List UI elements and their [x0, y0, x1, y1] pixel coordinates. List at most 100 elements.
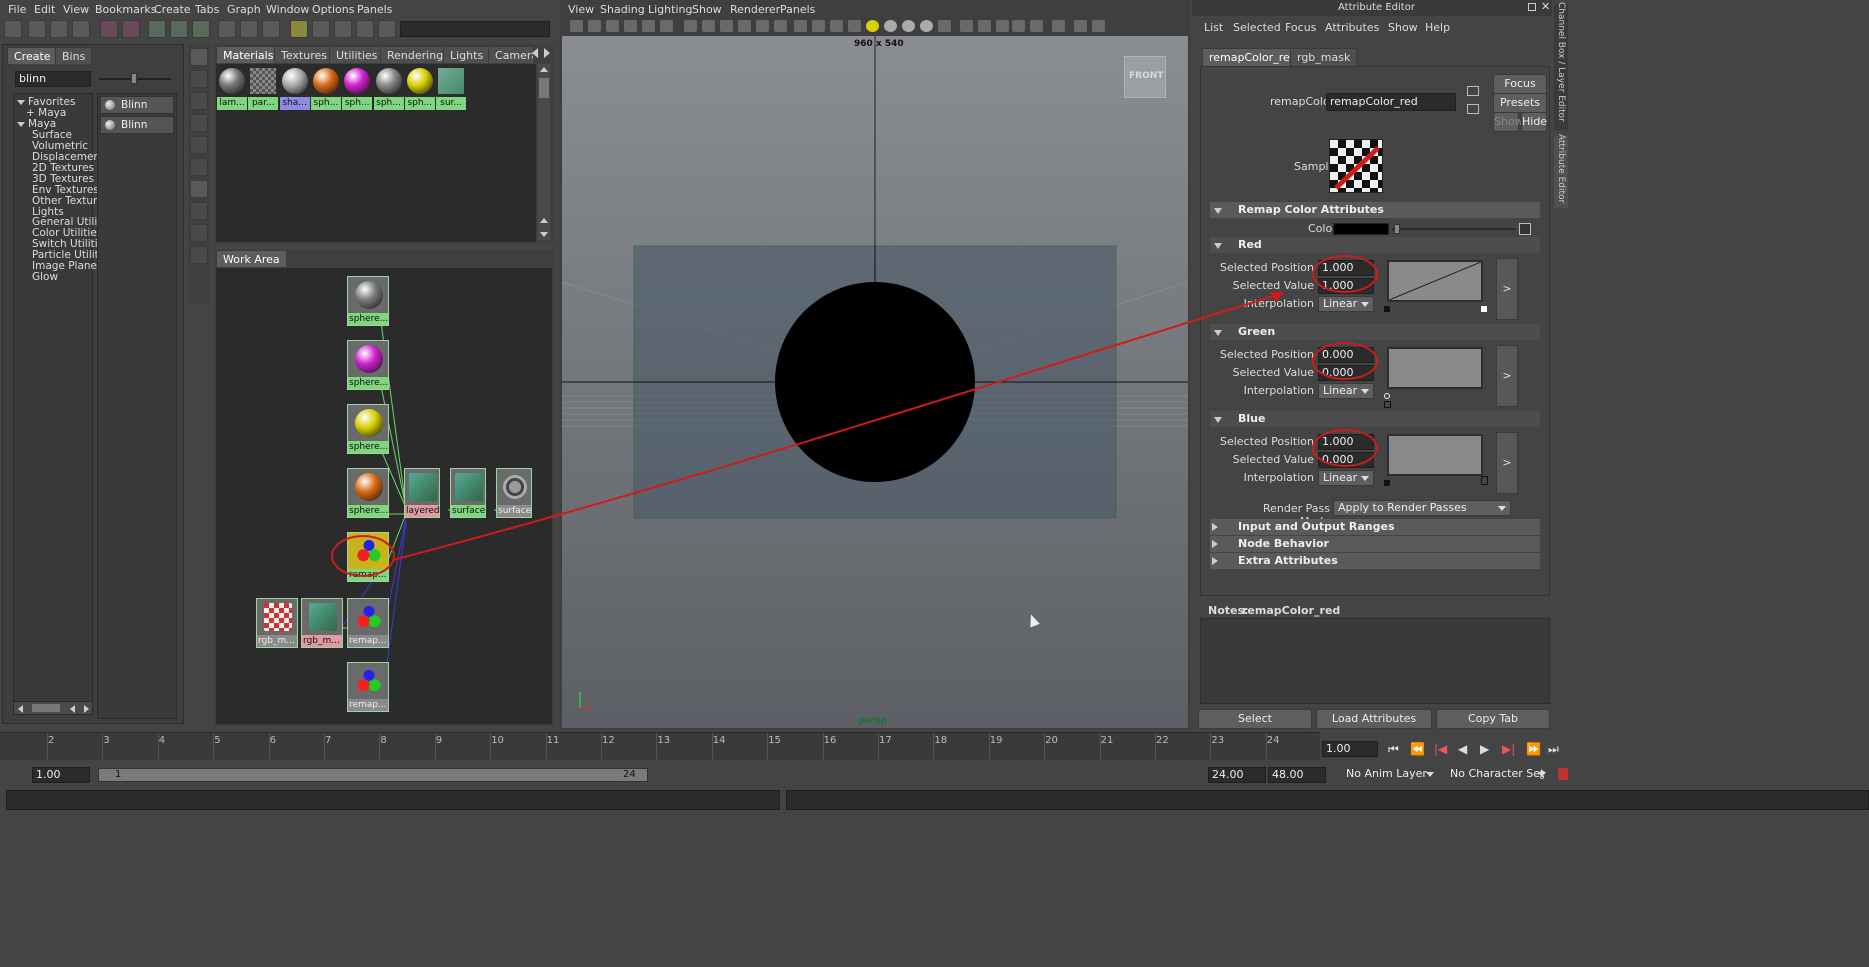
tab-work-area[interactable]: Work Area: [216, 250, 287, 267]
preferences-icon[interactable]: [1558, 768, 1568, 780]
menu-window[interactable]: Window: [266, 2, 309, 18]
layout-both-icon[interactable]: [72, 20, 90, 38]
viewport-tool-icon[interactable]: [902, 20, 915, 32]
section-blue[interactable]: Blue: [1210, 411, 1540, 427]
viewport-tool-icon[interactable]: [738, 20, 751, 32]
view-cube[interactable]: FRONT: [1124, 56, 1166, 98]
range-start-field[interactable]: 1.00: [32, 767, 90, 783]
viewport-tool-icon[interactable]: [812, 20, 825, 32]
scroll-up-icon[interactable]: [540, 218, 548, 223]
tab-bins[interactable]: Bins: [55, 47, 93, 64]
section-collapsed-icon[interactable]: [1212, 523, 1218, 531]
presets-button[interactable]: Presets: [1493, 93, 1547, 113]
step-back-key-icon[interactable]: ⏪: [1410, 742, 1425, 756]
color-slider[interactable]: [1392, 228, 1516, 230]
create-search-input[interactable]: blinn: [15, 71, 91, 87]
vp-menu-lighting[interactable]: Lighting: [648, 2, 692, 18]
current-frame-field[interactable]: 1.00: [1322, 741, 1378, 757]
scroll-thumb[interactable]: [32, 704, 60, 712]
viewport-tool-icon[interactable]: [794, 20, 807, 32]
menu-panels[interactable]: Panels: [357, 2, 392, 18]
vp-menu-renderer[interactable]: Renderer: [730, 2, 780, 18]
viewport-canvas[interactable]: 960 x 540 FRONT persp: [562, 36, 1188, 728]
viewport-tool-icon[interactable]: [1074, 20, 1087, 32]
viewport-tool-icon[interactable]: [996, 20, 1009, 32]
graph-node[interactable]: surface...: [450, 468, 486, 518]
material-swatch[interactable]: sha...: [279, 66, 310, 110]
io-conn-icon[interactable]: [240, 20, 258, 38]
section-expanded-icon[interactable]: [1214, 208, 1222, 214]
ramp-key-icon[interactable]: [1384, 480, 1390, 486]
scroll-left-icon[interactable]: [18, 705, 23, 713]
map-texture-icon[interactable]: [1519, 223, 1531, 235]
play-forward-icon[interactable]: ▶: [1480, 742, 1489, 756]
tab-lights[interactable]: Lights: [443, 46, 491, 63]
menu-tabs[interactable]: Tabs: [195, 2, 219, 18]
ae-menu-list[interactable]: List: [1204, 20, 1223, 36]
material-swatch[interactable]: par...: [248, 66, 279, 110]
snapshot-icon[interactable]: [334, 20, 352, 38]
menu-create[interactable]: Create: [154, 2, 191, 18]
copy-tab-button[interactable]: Copy Tab: [1436, 709, 1550, 729]
graph-node[interactable]: sphere...: [347, 468, 389, 518]
sample-swatch[interactable]: [1329, 139, 1383, 193]
section-input-output-ranges[interactable]: Input and Output Ranges: [1210, 519, 1540, 535]
close-icon[interactable]: ✕: [1541, 0, 1550, 13]
command-line[interactable]: [6, 790, 780, 810]
graph-node[interactable]: remap...: [347, 598, 389, 648]
work-area-canvas[interactable]: sphere... sphere... sphere... sphere... rema…: [216, 268, 552, 724]
hide-button[interactable]: Hide: [1521, 112, 1547, 132]
tree-item[interactable]: Glow: [32, 271, 58, 284]
section-node-behavior[interactable]: Node Behavior: [1210, 536, 1540, 552]
graph-node[interactable]: sphere...: [347, 404, 389, 454]
viewport-tool-icon[interactable]: [830, 20, 843, 32]
vp-menu-panels[interactable]: Panels: [780, 2, 815, 18]
scroll-left-icon[interactable]: [70, 705, 75, 713]
viewport-tool-icon[interactable]: [920, 20, 933, 32]
viewport-tool-icon[interactable]: [938, 20, 951, 32]
tab-scroll-left-icon[interactable]: [532, 48, 538, 58]
viewport-tool-icon[interactable]: [756, 20, 769, 32]
graph-down-icon[interactable]: [122, 20, 140, 38]
graph-node[interactable]: surface...: [496, 468, 532, 518]
select-button[interactable]: Select: [1198, 709, 1312, 729]
graph-up-icon[interactable]: [100, 20, 118, 38]
viewport-tool-icon[interactable]: [624, 20, 637, 32]
anim-layer-select[interactable]: No Anim Layer: [1342, 767, 1438, 783]
viewport-tool-icon[interactable]: [702, 20, 715, 32]
viewport-tool-icon[interactable]: [978, 20, 991, 32]
section-extra-attributes[interactable]: Extra Attributes: [1210, 553, 1540, 569]
side-tab-attribute-editor[interactable]: Attribute Editor: [1554, 134, 1568, 208]
output-node-icon[interactable]: [1467, 104, 1479, 114]
step-back-frame-icon[interactable]: |◀: [1434, 742, 1447, 756]
focus-button[interactable]: Focus: [1493, 74, 1547, 94]
tab-materials[interactable]: Materials: [216, 46, 281, 63]
tool-9-icon[interactable]: [190, 224, 208, 242]
result-blinn-1[interactable]: Blinn: [100, 96, 174, 114]
viewport-tool-icon[interactable]: [588, 20, 601, 32]
input-node-icon[interactable]: [1467, 86, 1479, 96]
graph-node[interactable]: rgb_m...: [256, 598, 298, 648]
graph-remove-icon[interactable]: [192, 20, 210, 38]
ae-menu-show[interactable]: Show: [1388, 20, 1418, 36]
scroll-right-icon[interactable]: [84, 705, 89, 713]
red-expand-ramp-button[interactable]: >: [1496, 258, 1518, 320]
materials-vscroll[interactable]: [538, 64, 550, 240]
section-collapsed-icon[interactable]: [1212, 540, 1218, 548]
graph-node[interactable]: sphere...: [347, 276, 389, 326]
input-conn-icon[interactable]: [218, 20, 236, 38]
tab-textures[interactable]: Textures: [274, 46, 334, 63]
tab-utilities[interactable]: Utilities: [329, 46, 385, 63]
vp-menu-view[interactable]: View: [568, 2, 594, 18]
render-pass-select[interactable]: Apply to Render Passes: [1333, 500, 1511, 516]
ramp-key-icon[interactable]: [1384, 393, 1390, 399]
material-swatch[interactable]: sur...: [436, 66, 467, 110]
step-forward-frame-icon[interactable]: ▶|: [1502, 742, 1515, 756]
menu-file[interactable]: File: [8, 2, 26, 18]
material-swatch[interactable]: sph...: [404, 66, 435, 110]
graph-node[interactable]: remap...: [347, 662, 389, 712]
tool-5-icon[interactable]: [190, 136, 208, 154]
grid-icon[interactable]: [356, 20, 374, 38]
scroll-down-icon[interactable]: [540, 232, 548, 237]
notes-textarea[interactable]: [1200, 618, 1550, 704]
